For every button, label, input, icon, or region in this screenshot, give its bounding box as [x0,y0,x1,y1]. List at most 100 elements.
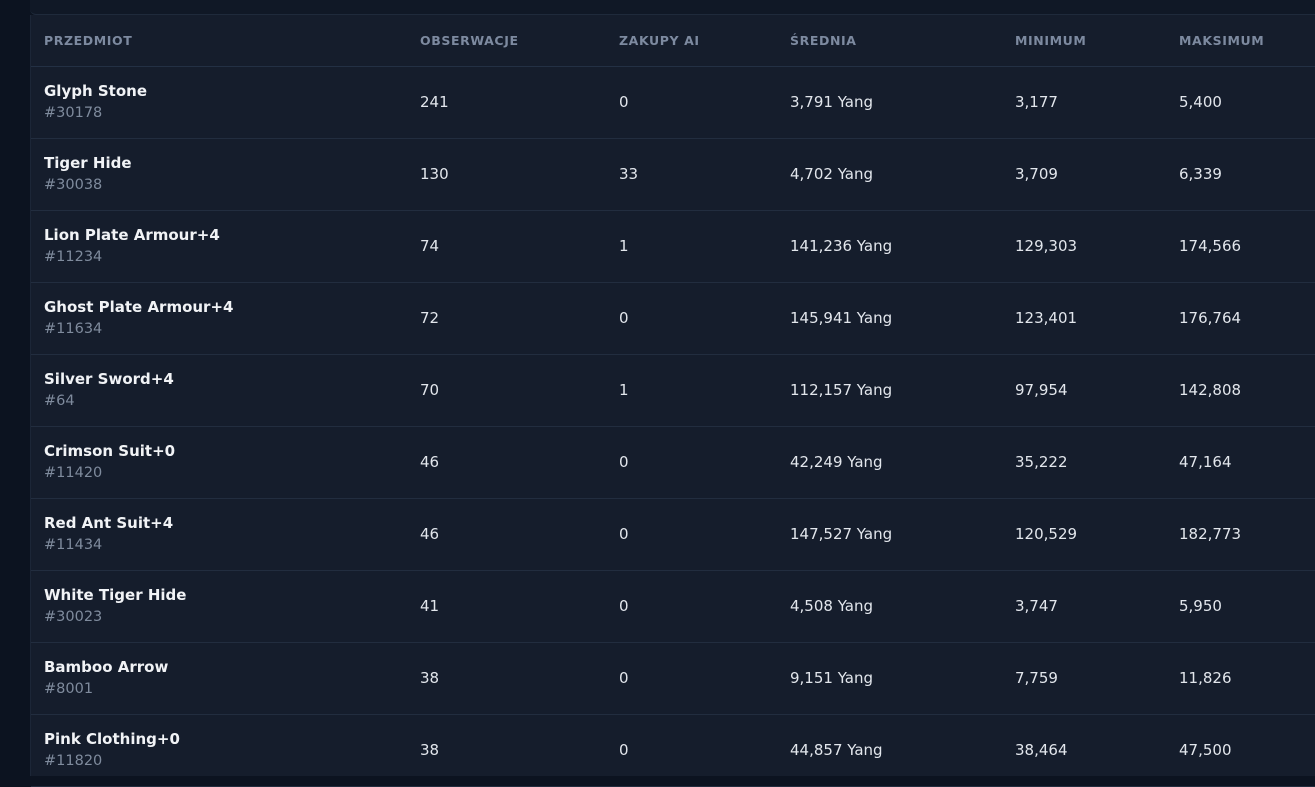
column-header-ai-purchases[interactable]: ZAKUPY AI [606,15,777,66]
column-header-minimum[interactable]: MINIMUM [1002,15,1166,66]
minimum-cell: 123,401 [1015,309,1078,327]
observations-cell: 70 [420,381,440,399]
average-cell: 4,702 Yang [790,165,874,183]
item-name: Pink Clothing+0 [44,730,180,748]
maximum-cell: 11,826 [1179,669,1232,687]
item-id: #64 [44,393,75,409]
observations-cell: 46 [420,525,440,543]
observations-cell: 46 [420,453,440,471]
minimum-cell: 3,709 [1015,165,1058,183]
item-cell: Red Ant Suit+4 #11434 [31,498,407,570]
average-cell: 3,791 Yang [790,93,874,111]
item-cell: Crimson Suit+0 #11420 [31,426,407,498]
item-id: #11634 [44,321,103,337]
ai-purchases-cell: 1 [619,381,629,399]
table-header: PRZEDMIOT OBSERWACJE ZAKUPY AI ŚREDNIA M… [31,15,1315,66]
maximum-cell: 142,808 [1179,381,1242,399]
ai-purchases-cell: 0 [619,309,629,327]
observations-cell: 38 [420,669,440,687]
table-row[interactable]: Glyph Stone #30178 241 0 3,791 Yang 3,17… [31,66,1315,138]
maximum-cell: 47,500 [1179,741,1232,759]
column-header-maximum[interactable]: MAKSIMUM [1166,15,1315,66]
item-name: Crimson Suit+0 [44,442,176,460]
item-name: Lion Plate Armour+4 [44,226,220,244]
observations-cell: 41 [420,597,440,615]
minimum-cell: 35,222 [1015,453,1068,471]
ai-purchases-cell: 0 [619,525,629,543]
average-cell: 44,857 Yang [790,741,883,759]
observations-cell: 72 [420,309,440,327]
maximum-cell: 5,950 [1179,597,1222,615]
average-cell: 147,527 Yang [790,525,893,543]
average-cell: 9,151 Yang [790,669,874,687]
item-cell: Lion Plate Armour+4 #11234 [31,210,407,282]
column-header-average[interactable]: ŚREDNIA [777,15,1002,66]
ai-purchases-cell: 0 [619,669,629,687]
table-body: Glyph Stone #30178 241 0 3,791 Yang 3,17… [31,66,1315,786]
observations-cell: 74 [420,237,440,255]
table-row[interactable]: Ghost Plate Armour+4 #11634 72 0 145,941… [31,282,1315,354]
ai-purchases-cell: 0 [619,93,629,111]
header-row: PRZEDMIOT OBSERWACJE ZAKUPY AI ŚREDNIA M… [31,15,1315,66]
item-id: #8001 [44,681,94,697]
item-name: Red Ant Suit+4 [44,514,174,532]
maximum-cell: 5,400 [1179,93,1222,111]
observations-cell: 241 [420,93,449,111]
top-panel-edge [30,0,1315,15]
observations-cell: 130 [420,165,449,183]
item-cell: White Tiger Hide #30023 [31,570,407,642]
maximum-cell: 6,339 [1179,165,1222,183]
item-cell: Silver Sword+4 #64 [31,354,407,426]
ai-purchases-cell: 1 [619,237,629,255]
column-header-item[interactable]: PRZEDMIOT [31,15,407,66]
item-name: Silver Sword+4 [44,370,174,388]
table-row[interactable]: Lion Plate Armour+4 #11234 74 1 141,236 … [31,210,1315,282]
maximum-cell: 176,764 [1179,309,1242,327]
observations-cell: 38 [420,741,440,759]
table-row[interactable]: White Tiger Hide #30023 41 0 4,508 Yang … [31,570,1315,642]
item-name: Bamboo Arrow [44,658,169,676]
minimum-cell: 3,747 [1015,597,1058,615]
item-name: Glyph Stone [44,82,148,100]
minimum-cell: 129,303 [1015,237,1078,255]
item-stats-table: PRZEDMIOT OBSERWACJE ZAKUPY AI ŚREDNIA M… [31,15,1315,787]
item-name: White Tiger Hide [44,586,187,604]
minimum-cell: 7,759 [1015,669,1058,687]
average-cell: 42,249 Yang [790,453,883,471]
ai-purchases-cell: 0 [619,597,629,615]
item-stats-panel: PRZEDMIOT OBSERWACJE ZAKUPY AI ŚREDNIA M… [30,15,1315,786]
ai-purchases-cell: 0 [619,741,629,759]
item-cell: Bamboo Arrow #8001 [31,642,407,714]
average-cell: 4,508 Yang [790,597,874,615]
table-row[interactable]: Bamboo Arrow #8001 38 0 9,151 Yang 7,759… [31,642,1315,714]
table-row[interactable]: Silver Sword+4 #64 70 1 112,157 Yang 97,… [31,354,1315,426]
item-name: Ghost Plate Armour+4 [44,298,234,316]
item-cell: Glyph Stone #30178 [31,66,407,138]
item-cell: Tiger Hide #30038 [31,138,407,210]
item-id: #30038 [44,177,103,193]
minimum-cell: 120,529 [1015,525,1078,543]
item-cell: Pink Clothing+0 #11820 [31,714,407,786]
item-id: #11820 [44,753,103,769]
average-cell: 141,236 Yang [790,237,893,255]
item-id: #11434 [44,537,103,553]
table-row[interactable]: Red Ant Suit+4 #11434 46 0 147,527 Yang … [31,498,1315,570]
maximum-cell: 47,164 [1179,453,1232,471]
item-id: #30178 [44,105,103,121]
item-id: #30023 [44,609,103,625]
column-header-observations[interactable]: OBSERWACJE [407,15,606,66]
item-id: #11234 [44,249,103,265]
average-cell: 112,157 Yang [790,381,893,399]
item-cell: Ghost Plate Armour+4 #11634 [31,282,407,354]
minimum-cell: 38,464 [1015,741,1068,759]
table-row[interactable]: Pink Clothing+0 #11820 38 0 44,857 Yang … [31,714,1315,786]
maximum-cell: 174,566 [1179,237,1242,255]
table-row[interactable]: Crimson Suit+0 #11420 46 0 42,249 Yang 3… [31,426,1315,498]
item-id: #11420 [44,465,103,481]
maximum-cell: 182,773 [1179,525,1242,543]
minimum-cell: 3,177 [1015,93,1058,111]
minimum-cell: 97,954 [1015,381,1068,399]
table-row[interactable]: Tiger Hide #30038 130 33 4,702 Yang 3,70… [31,138,1315,210]
ai-purchases-cell: 0 [619,453,629,471]
ai-purchases-cell: 33 [619,165,639,183]
